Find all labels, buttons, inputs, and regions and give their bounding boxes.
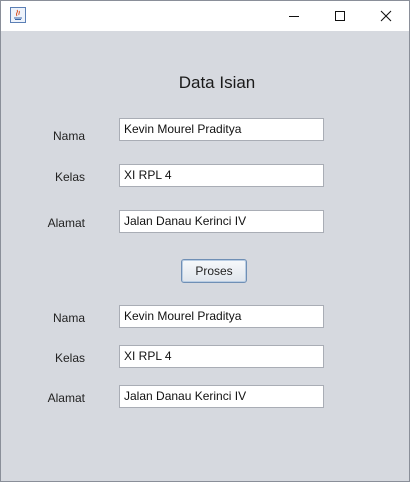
close-icon (380, 10, 392, 22)
title-bar[interactable] (1, 1, 409, 31)
app-window: Data Isian Nama Kevin Mourel Praditya Ke… (0, 0, 410, 482)
kelas-label: Kelas (54, 170, 85, 184)
nama-output-label: Nama (52, 311, 85, 325)
proses-button[interactable]: Proses (181, 259, 247, 283)
kelas-output-field[interactable]: XI RPL 4 (119, 345, 324, 368)
minimize-icon (289, 16, 299, 17)
maximize-button[interactable] (317, 1, 363, 31)
nama-input[interactable]: Kevin Mourel Praditya (119, 118, 324, 141)
minimize-button[interactable] (271, 1, 317, 31)
alamat-output-field[interactable]: Jalan Danau Kerinci IV (119, 385, 324, 408)
kelas-output-label: Kelas (54, 351, 85, 365)
form-heading: Data Isian (178, 73, 256, 92)
nama-label: Nama (52, 129, 85, 143)
alamat-output-label: Alamat (47, 391, 85, 405)
kelas-input[interactable]: XI RPL 4 (119, 164, 324, 187)
alamat-input[interactable]: Jalan Danau Kerinci IV (119, 210, 324, 233)
java-app-icon (10, 7, 26, 23)
maximize-icon (335, 11, 345, 21)
alamat-label: Alamat (47, 216, 85, 230)
close-button[interactable] (363, 1, 409, 31)
nama-output-field[interactable]: Kevin Mourel Praditya (119, 305, 324, 328)
